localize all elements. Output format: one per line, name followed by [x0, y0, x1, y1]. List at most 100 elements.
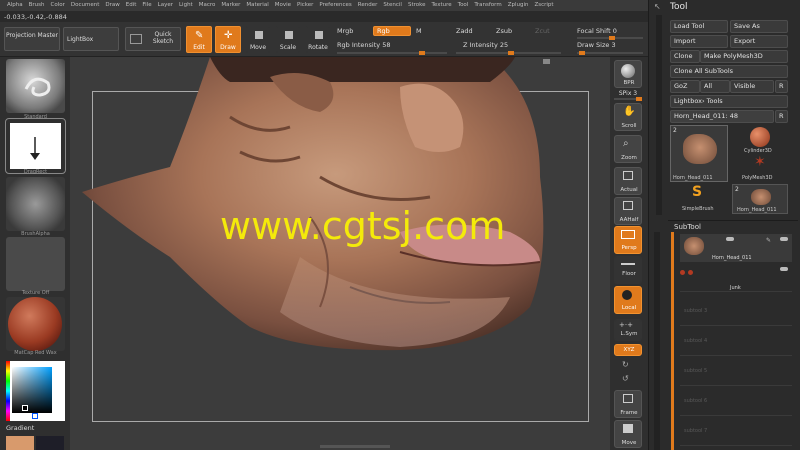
bpr-button[interactable]: BPR [614, 60, 642, 88]
subtool-empty-row[interactable]: subtool 6 [680, 388, 792, 416]
menu-stencil[interactable]: Stencil [380, 0, 405, 11]
goz-r-button[interactable]: R [775, 80, 788, 93]
texture-thumbnail[interactable] [6, 237, 65, 291]
spix-handle[interactable] [636, 97, 642, 101]
z-intensity-slider[interactable] [456, 51, 561, 55]
palette-arrow-icon[interactable]: ↖ [654, 2, 661, 11]
menu-light[interactable]: Light [176, 0, 196, 11]
scale-button[interactable]: Scale [276, 26, 300, 53]
palette-lower-scrollbar[interactable] [654, 232, 660, 450]
lightbox-button[interactable]: LightBox [63, 27, 119, 51]
subtool-row-horn-head[interactable]: Horn_Head_011 ✎ [680, 234, 792, 262]
tool-thumb-horn-head-2[interactable]: 2 Horn_Head_011 [732, 184, 788, 214]
menu-marker[interactable]: Marker [218, 0, 243, 11]
xyz-button[interactable]: XYZ [614, 344, 642, 356]
alpha-thumbnail[interactable] [6, 177, 65, 231]
lsym-button[interactable]: +·+ L.Sym [614, 319, 642, 341]
rotate-y-icon[interactable]: ↻ [622, 360, 629, 369]
scroll-button[interactable]: ✋ Scroll [614, 103, 642, 131]
menu-zplugin[interactable]: Zplugin [505, 0, 532, 11]
subtool-empty-row[interactable]: subtool 7 [680, 418, 792, 446]
tool-palette-title[interactable]: Tool [670, 2, 687, 12]
color-marker[interactable] [22, 405, 28, 411]
zoom-button[interactable]: ⌕ Zoom [614, 135, 642, 163]
menu-preferences[interactable]: Preferences [316, 0, 354, 11]
palette-scrollbar[interactable] [656, 15, 662, 215]
brush-thumbnail[interactable] [6, 59, 65, 113]
floor-button[interactable]: Floor [614, 256, 642, 284]
subtool-list-scrollbar[interactable] [671, 232, 674, 450]
subtool-eye-icon[interactable] [780, 237, 788, 241]
color-picker[interactable] [6, 361, 65, 421]
lightbox-tools-button[interactable]: Lightbox› Tools [670, 95, 788, 108]
load-tool-button[interactable]: Load Tool [670, 20, 728, 33]
subtool-empty-row[interactable]: subtool 3 [680, 298, 792, 326]
menu-color[interactable]: Color [48, 0, 68, 11]
draw-size-handle[interactable] [579, 51, 585, 55]
menu-texture[interactable]: Texture [429, 0, 455, 11]
menu-stroke[interactable]: Stroke [405, 0, 429, 11]
clone-button[interactable]: Clone [670, 50, 700, 63]
projection-master-button[interactable]: Projection Master [4, 27, 60, 51]
sculpted-head-model[interactable] [70, 57, 610, 450]
zsub-toggle[interactable]: Zsub [496, 27, 512, 35]
persp-button[interactable]: Persp [614, 226, 642, 254]
make-polymesh-button[interactable]: Make PolyMesh3D [700, 50, 788, 63]
focal-shift-handle[interactable] [609, 36, 615, 40]
rgb-toggle[interactable]: Rgb [373, 26, 411, 36]
rgb-intensity-handle[interactable] [419, 51, 425, 55]
menu-brush[interactable]: Brush [26, 0, 48, 11]
spix-slider[interactable] [614, 97, 642, 101]
color-square[interactable] [12, 367, 52, 413]
goz-button[interactable]: GoZ [670, 80, 700, 93]
rgb-intensity-slider[interactable] [337, 51, 447, 55]
menu-picker[interactable]: Picker [294, 0, 316, 11]
junk-visibility-icon[interactable] [780, 267, 788, 271]
subtool-header[interactable]: SubTool [674, 223, 701, 231]
secondary-color-marker[interactable] [32, 413, 38, 419]
import-button[interactable]: Import [670, 35, 728, 48]
goz-visible-button[interactable]: Visible [730, 80, 774, 93]
quick-sketch-button[interactable]: Quick Sketch [125, 27, 181, 51]
aahalf-button[interactable]: AAHalf [614, 197, 642, 225]
menu-document[interactable]: Document [68, 0, 103, 11]
material-thumbnail[interactable] [6, 297, 65, 351]
tool-thumb-cylinder[interactable]: Cylinder3D ✶ PolyMesh3D [732, 125, 788, 182]
menu-material[interactable]: Material [243, 0, 271, 11]
menu-alpha[interactable]: Alpha [4, 0, 26, 11]
menu-movie[interactable]: Movie [272, 0, 294, 11]
menu-zscript[interactable]: Zscript [531, 0, 556, 11]
clone-all-subtools-button[interactable]: Clone All SubTools [670, 65, 788, 78]
subtool-edit-icon[interactable]: ✎ [766, 237, 771, 244]
current-tool-slider[interactable]: Horn_Head_011: 48 [670, 110, 774, 123]
hue-strip[interactable] [6, 361, 10, 421]
actual-button[interactable]: Actual [614, 167, 642, 195]
menu-tool[interactable]: Tool [455, 0, 472, 11]
move-view-button[interactable]: Move [614, 420, 642, 448]
zadd-toggle[interactable]: Zadd [456, 27, 473, 35]
rotate-z-icon[interactable]: ↺ [622, 374, 629, 383]
menu-transform[interactable]: Transform [471, 0, 504, 11]
subtool-empty-row[interactable]: subtool 5 [680, 358, 792, 386]
menu-file[interactable]: File [139, 0, 154, 11]
m-toggle[interactable]: M [416, 27, 422, 35]
secondary-color-swatch[interactable] [36, 436, 64, 450]
menu-render[interactable]: Render [355, 0, 381, 11]
tool-thumb-simplebrush[interactable]: S SimpleBrush [670, 184, 728, 214]
main-color-swatch[interactable] [6, 436, 34, 450]
edit-button[interactable]: ✎ Edit [186, 26, 212, 53]
menu-draw[interactable]: Draw [102, 0, 122, 11]
document-canvas[interactable]: www.cgtsj.com [70, 57, 610, 450]
frame-button[interactable]: Frame [614, 390, 642, 418]
export-button[interactable]: Export [730, 35, 788, 48]
z-intensity-handle[interactable] [508, 51, 514, 55]
zcut-toggle[interactable]: Zcut [535, 27, 550, 35]
move-button[interactable]: Move [246, 26, 270, 53]
subtool-empty-row[interactable]: subtool 4 [680, 328, 792, 356]
stroke-thumbnail[interactable] [5, 118, 66, 174]
rotate-button[interactable]: Rotate [306, 26, 330, 53]
menu-macro[interactable]: Macro [196, 0, 219, 11]
goz-all-button[interactable]: All [700, 80, 730, 93]
subtool-row-junk[interactable]: Junk [680, 264, 792, 292]
local-button[interactable]: Local [614, 286, 642, 314]
